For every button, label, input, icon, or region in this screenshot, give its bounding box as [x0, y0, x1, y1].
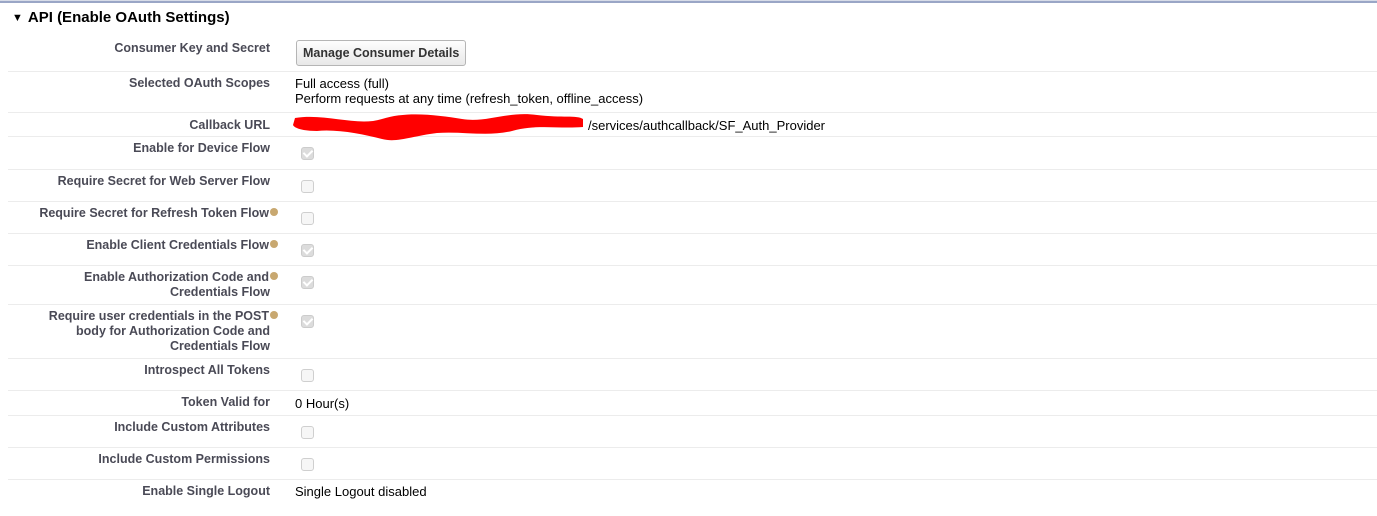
label-oauth-scopes: Selected OAuth Scopes [128, 76, 270, 90]
label-consumer-key: Consumer Key and Secret [114, 41, 270, 55]
label-client-credentials: Enable Client Credentials Flow [8, 238, 278, 253]
label-secret-web-server: Require Secret for Web Server Flow [57, 174, 270, 188]
user-credentials-post-checkbox[interactable] [301, 315, 314, 328]
row-custom-permissions: Include Custom Permissions [8, 448, 1377, 480]
help-icon[interactable] [270, 272, 278, 280]
row-secret-refresh-token: Require Secret for Refresh Token Flow [8, 202, 1377, 234]
device-flow-checkbox[interactable] [301, 147, 314, 160]
label-user-credentials-post: Require user credentials in the POST bod… [8, 309, 278, 354]
manage-consumer-details-button[interactable]: Manage Consumer Details [296, 40, 467, 66]
label-token-valid: Token Valid for [181, 395, 270, 409]
custom-permissions-checkbox[interactable] [301, 458, 314, 471]
token-valid-value: 0 Hour(s) [295, 396, 350, 411]
row-user-credentials-post: Require user credentials in the POST bod… [8, 305, 1377, 359]
oauth-settings-table: Consumer Key and Secret Manage Consumer … [8, 37, 1377, 506]
single-logout-value: Single Logout disabled [295, 484, 427, 499]
label-custom-permissions: Include Custom Permissions [98, 452, 270, 466]
label-single-logout: Enable Single Logout [142, 484, 270, 498]
section-title: API (Enable OAuth Settings) [27, 9, 230, 26]
label-auth-code-credentials: Enable Authorization Code and Credential… [8, 270, 278, 300]
row-consumer-key: Consumer Key and Secret Manage Consumer … [8, 37, 1377, 72]
secret-web-server-checkbox[interactable] [301, 180, 314, 193]
callback-url-value: /services/authcallback/SF_Auth_Provider [588, 118, 826, 133]
row-single-logout: Enable Single Logout Single Logout disab… [8, 480, 1377, 506]
row-introspect-tokens: Introspect All Tokens [8, 359, 1377, 391]
scope-item: Full access (full) [295, 76, 389, 91]
section-top-rule [0, 0, 1377, 3]
collapse-triangle-icon[interactable]: ▼ [12, 12, 23, 24]
introspect-tokens-checkbox[interactable] [301, 369, 314, 382]
auth-code-credentials-checkbox[interactable] [301, 276, 314, 289]
client-credentials-checkbox[interactable] [301, 244, 314, 257]
row-device-flow: Enable for Device Flow [8, 137, 1377, 170]
row-client-credentials: Enable Client Credentials Flow [8, 234, 1377, 266]
row-callback-url: Callback URL /services/authcallback/SF_A… [8, 113, 1377, 141]
custom-attributes-checkbox[interactable] [301, 426, 314, 439]
section-header-api-oauth[interactable]: ▼ API (Enable OAuth Settings) [12, 9, 230, 26]
row-auth-code-credentials: Enable Authorization Code and Credential… [8, 266, 1377, 305]
scope-item: Perform requests at any time (refresh_to… [295, 91, 644, 106]
help-icon[interactable] [270, 208, 278, 216]
row-oauth-scopes: Selected OAuth Scopes Full access (full)… [8, 72, 1377, 113]
row-token-valid: Token Valid for 0 Hour(s) [8, 391, 1377, 416]
oauth-scopes-value: Full access (full) Perform requests at a… [295, 76, 643, 106]
row-secret-web-server: Require Secret for Web Server Flow [8, 170, 1377, 202]
label-device-flow: Enable for Device Flow [133, 141, 270, 155]
help-icon[interactable] [270, 240, 278, 248]
label-introspect-tokens: Introspect All Tokens [144, 363, 270, 377]
help-icon[interactable] [270, 311, 278, 319]
label-custom-attributes: Include Custom Attributes [114, 420, 270, 434]
secret-refresh-token-checkbox[interactable] [301, 212, 314, 225]
label-secret-refresh-token: Require Secret for Refresh Token Flow [8, 206, 278, 221]
label-callback-url: Callback URL [189, 118, 270, 132]
row-custom-attributes: Include Custom Attributes [8, 416, 1377, 448]
